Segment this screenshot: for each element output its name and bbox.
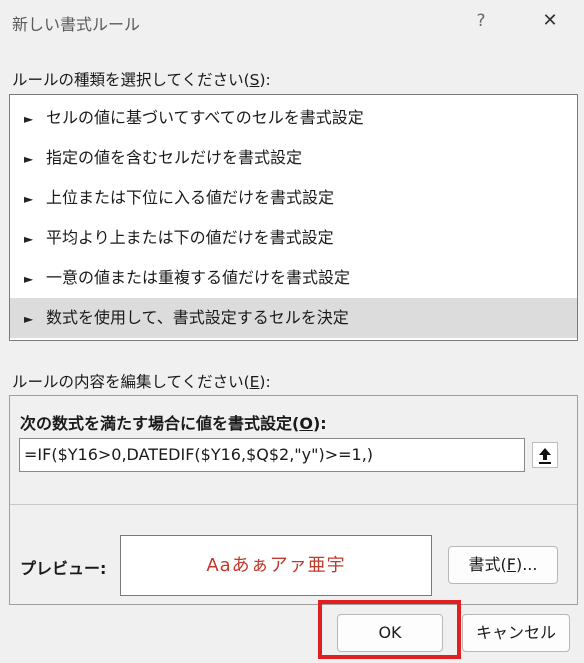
rule-item-label: 指定の値を含むセルだけを書式設定 — [46, 148, 303, 167]
rule-type-item-top-bottom[interactable]: ► 上位または下位に入る値だけを書式設定 — [10, 178, 577, 218]
rule-type-accesskey: S — [249, 71, 260, 89]
rule-bullet-icon: ► — [24, 112, 34, 126]
rule-edit-label-text: ルールの内容を編集してください( — [12, 373, 250, 391]
rule-edit-label-suffix: ): — [259, 373, 271, 391]
help-button[interactable]: ? — [466, 6, 496, 36]
format-preview: Aaあぁアァ亜宇 — [120, 535, 432, 596]
format-button-text: 書式( — [468, 555, 507, 574]
preview-label: プレビュー: — [20, 559, 107, 578]
upload-arrow-icon — [539, 448, 551, 464]
format-button-suffix: )... — [515, 555, 538, 574]
rule-item-label: 一意の値または重複する値だけを書式設定 — [46, 268, 351, 287]
rule-bullet-icon: ► — [24, 152, 34, 166]
cancel-button[interactable]: キャンセル — [462, 614, 570, 652]
rule-type-item-cell-values[interactable]: ► セルの値に基づいてすべてのセルを書式設定 — [10, 98, 577, 138]
rule-edit-label: ルールの内容を編集してください(E): — [12, 370, 271, 392]
rule-bullet-icon: ► — [24, 312, 34, 326]
rule-item-label: 平均より上または下の値だけを書式設定 — [46, 228, 334, 247]
close-icon: ✕ — [542, 10, 558, 31]
rule-type-item-contains[interactable]: ► 指定の値を含むセルだけを書式設定 — [10, 138, 577, 178]
formula-label: 次の数式を満たす場合に値を書式設定(O): — [20, 410, 327, 434]
format-accesskey: F — [506, 555, 516, 574]
formula-label-suffix: ): — [312, 414, 327, 433]
rule-type-item-unique-duplicate[interactable]: ► 一意の値または重複する値だけを書式設定 — [10, 258, 577, 298]
format-button[interactable]: 書式(F)... — [448, 546, 558, 584]
rule-edit-panel: 次の数式を満たす場合に値を書式設定(O): =IF($Y16>0,DATEDIF… — [9, 395, 578, 605]
formula-label-text: 次の数式を満たす場合に値を書式設定( — [20, 414, 300, 433]
rule-type-label: ルールの種類を選択してください(S): — [12, 68, 271, 90]
rule-item-label: セルの値に基づいてすべてのセルを書式設定 — [46, 108, 364, 127]
rule-type-item-formula[interactable]: ► 数式を使用して、書式設定するセルを決定 — [10, 298, 577, 338]
rule-item-label: 数式を使用して、書式設定するセルを決定 — [46, 308, 349, 327]
ok-highlight-box — [318, 600, 461, 659]
rule-type-list[interactable]: ► セルの値に基づいてすべてのセルを書式設定 ► 指定の値を含むセルだけを書式設定 … — [9, 94, 578, 341]
dialog-title: 新しい書式ルール — [12, 15, 141, 34]
rule-edit-accesskey: E — [249, 373, 260, 391]
rule-bullet-icon: ► — [24, 272, 34, 286]
rule-type-item-above-below-average[interactable]: ► 平均より上または下の値だけを書式設定 — [10, 218, 577, 258]
panel-divider — [10, 504, 577, 505]
collapse-dialog-button[interactable] — [532, 442, 558, 468]
rule-bullet-icon: ► — [24, 192, 34, 206]
close-button[interactable]: ✕ — [531, 6, 569, 36]
rule-type-label-text: ルールの種類を選択してください( — [12, 71, 250, 89]
title-bar: 新しい書式ルール ? ✕ — [0, 0, 584, 44]
rule-item-label: 上位または下位に入る値だけを書式設定 — [46, 188, 335, 207]
formula-input[interactable]: =IF($Y16>0,DATEDIF($Y16,$Q$2,"y")>=1,) — [19, 438, 525, 472]
rule-bullet-icon: ► — [24, 232, 34, 246]
formula-accesskey: O — [299, 414, 313, 433]
rule-type-label-suffix: ): — [259, 71, 271, 89]
